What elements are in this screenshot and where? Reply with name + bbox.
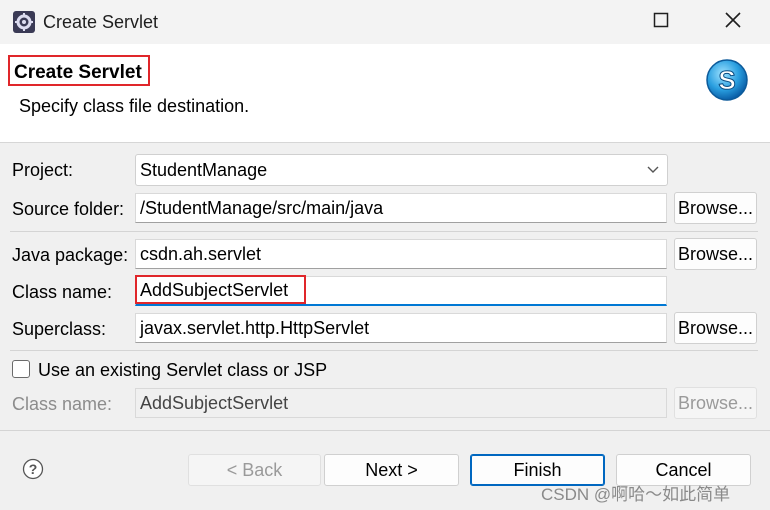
watermark-text: CSDN @啊哈～如此简单	[541, 485, 731, 504]
use-existing-checkbox[interactable]	[12, 360, 30, 378]
java-package-label: Java package:	[12, 245, 129, 265]
maximize-button[interactable]	[636, 0, 686, 44]
footer-separator	[0, 430, 770, 431]
back-button: < Back	[188, 454, 321, 486]
close-icon	[724, 11, 742, 34]
source-folder-input[interactable]: /StudentManage/src/main/java	[135, 193, 667, 223]
source-folder-browse-button[interactable]: Browse...	[674, 192, 757, 224]
close-button[interactable]	[708, 0, 758, 44]
project-combo[interactable]: StudentManage	[135, 154, 668, 186]
use-existing-label: Use an existing Servlet class or JSP	[38, 360, 328, 380]
page-description: Specify class file destination.	[19, 96, 250, 116]
project-label: Project:	[12, 160, 74, 180]
class-name-label: Class name:	[12, 282, 113, 302]
svg-text:?: ?	[29, 461, 38, 477]
superclass-input[interactable]: javax.servlet.http.HttpServlet	[135, 313, 667, 343]
svg-text:S: S	[718, 65, 735, 95]
existing-class-name-input: AddSubjectServlet	[135, 388, 667, 418]
java-package-browse-button[interactable]: Browse...	[674, 238, 757, 270]
separator	[10, 231, 758, 232]
java-package-input[interactable]: csdn.ah.servlet	[135, 239, 667, 269]
servlet-s-logo-icon: S	[704, 57, 750, 103]
window-title: Create Servlet	[43, 12, 159, 32]
maximize-icon	[653, 12, 669, 33]
page-title: Create Servlet	[8, 55, 150, 86]
help-question-icon[interactable]: ?	[22, 458, 44, 480]
chevron-down-icon	[647, 155, 659, 194]
existing-class-name-label: Class name:	[12, 394, 113, 414]
existing-class-browse-button: Browse...	[674, 387, 757, 419]
source-folder-label: Source folder:	[12, 199, 125, 219]
class-name-highlight: AddSubjectServlet	[135, 275, 306, 304]
superclass-label: Superclass:	[12, 319, 107, 339]
project-value: StudentManage	[140, 160, 268, 180]
separator	[10, 350, 758, 351]
next-button[interactable]: Next >	[324, 454, 459, 486]
superclass-browse-button[interactable]: Browse...	[674, 312, 757, 344]
eclipse-gear-icon	[13, 11, 35, 33]
